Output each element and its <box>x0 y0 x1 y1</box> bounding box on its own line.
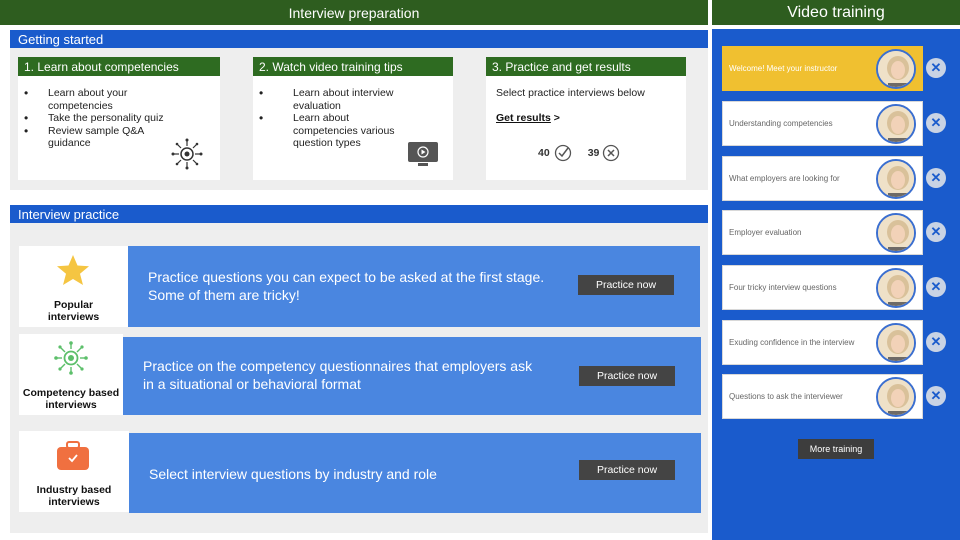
step-card-practice-results: 3. Practice and get results Select pract… <box>486 57 686 180</box>
star-icon <box>57 255 89 285</box>
video-item-label: Questions to ask the interviewer <box>729 391 843 401</box>
popular-interviews-panel: Practice questions you can expect to be … <box>128 246 700 327</box>
passed-count: 40 <box>538 147 550 159</box>
close-icon[interactable]: ✕ <box>926 277 946 297</box>
page-title: Interview preparation <box>288 4 420 21</box>
video-item[interactable]: Four tricky interview questions <box>722 265 923 310</box>
competency-icon <box>54 341 88 375</box>
video-item-label: Exuding confidence in the interview <box>729 337 855 347</box>
practice-now-button[interactable]: Practice now <box>579 366 675 386</box>
video-monitor-icon <box>408 142 438 166</box>
failed-count: 39 <box>587 147 600 159</box>
video-item-label: Welcome! Meet your instructor <box>729 63 838 73</box>
getting-started-title: Getting started <box>18 31 104 47</box>
close-icon[interactable]: ✕ <box>926 222 946 242</box>
industry-interviews-panel: Select interview questions by industry a… <box>129 433 701 513</box>
industry-interviews-tile[interactable]: Industry based interviews <box>19 431 129 512</box>
list-item[interactable]: Learn about competencies various questio… <box>253 112 413 150</box>
get-results-link[interactable]: Get results <box>496 112 551 124</box>
video-item[interactable]: Questions to ask the interviewer <box>722 374 923 419</box>
row-label: Popular interviews <box>47 299 100 323</box>
video-item-label: Understanding competencies <box>729 118 833 128</box>
interview-practice-title: Interview practice <box>18 206 120 222</box>
video-item[interactable]: What employers are looking for <box>722 156 923 201</box>
close-icon[interactable]: ✕ <box>926 386 946 406</box>
instructor-avatar <box>876 323 916 363</box>
instructor-avatar <box>876 104 916 144</box>
instructor-avatar <box>876 159 916 199</box>
briefcase-icon <box>57 441 89 470</box>
popular-interviews-tile[interactable]: Popular interviews <box>19 246 128 327</box>
close-icon[interactable]: ✕ <box>926 113 946 133</box>
step-title: 2. Watch video training tips <box>253 57 453 76</box>
practice-now-button[interactable]: Practice now <box>578 275 674 295</box>
row-description: Practice on the competency questionnaire… <box>143 358 533 392</box>
list-item[interactable]: Review sample Q&A guidance <box>18 125 168 150</box>
close-icon[interactable]: ✕ <box>926 168 946 188</box>
competency-interviews-panel: Practice on the competency questionnaire… <box>123 337 701 415</box>
instructor-avatar <box>876 49 916 89</box>
row-label: Industry based interviews <box>36 484 112 508</box>
step-title: 3. Practice and get results <box>486 57 686 76</box>
video-training-title: Video training <box>787 3 885 21</box>
interview-practice-bar: Interview practice <box>10 205 708 223</box>
video-training-header: Video training <box>712 0 960 25</box>
row-label: Competency based interviews <box>22 387 120 411</box>
practice-now-button[interactable]: Practice now <box>579 460 675 480</box>
more-training-button[interactable]: More training <box>798 439 874 459</box>
get-results-chevron: > <box>550 112 560 124</box>
row-description: Select interview questions by industry a… <box>149 466 437 482</box>
video-item[interactable]: Employer evaluation <box>722 210 923 255</box>
list-item[interactable]: Learn about interview evaluation <box>253 87 413 112</box>
list-item[interactable]: Take the personality quiz <box>18 112 168 125</box>
cross-circle-icon <box>603 144 620 162</box>
check-circle-icon <box>554 144 571 162</box>
video-item[interactable]: Welcome! Meet your instructor <box>722 46 923 91</box>
close-icon[interactable]: ✕ <box>926 58 946 78</box>
video-item-label: Four tricky interview questions <box>729 282 837 292</box>
step-text: Select practice interviews below <box>496 87 645 99</box>
video-item-label: What employers are looking for <box>729 173 840 183</box>
instructor-avatar <box>876 213 916 253</box>
video-item[interactable]: Exuding confidence in the interview <box>722 320 923 365</box>
step-card-competencies: 1. Learn about competencies Learn about … <box>18 57 220 180</box>
instructor-avatar <box>876 377 916 417</box>
getting-started-bar: Getting started <box>10 30 708 48</box>
instructor-avatar <box>876 268 916 308</box>
competency-interviews-tile[interactable]: Competency based interviews <box>19 334 123 415</box>
list-item[interactable]: Learn about your competencies <box>18 87 168 112</box>
video-item[interactable]: Understanding competencies <box>722 101 923 146</box>
step-title: 1. Learn about competencies <box>18 57 220 76</box>
row-description: Practice questions you can expect to be … <box>148 269 545 303</box>
close-icon[interactable]: ✕ <box>926 332 946 352</box>
video-item-label: Employer evaluation <box>729 227 802 237</box>
step-card-video-tips: 2. Watch video training tips Learn about… <box>253 57 453 180</box>
page-header: Interview preparation <box>0 0 708 25</box>
results-summary: 40 39 <box>538 144 620 162</box>
competency-target-icon <box>171 138 203 170</box>
get-results-link-wrap: Get results > <box>496 112 560 124</box>
